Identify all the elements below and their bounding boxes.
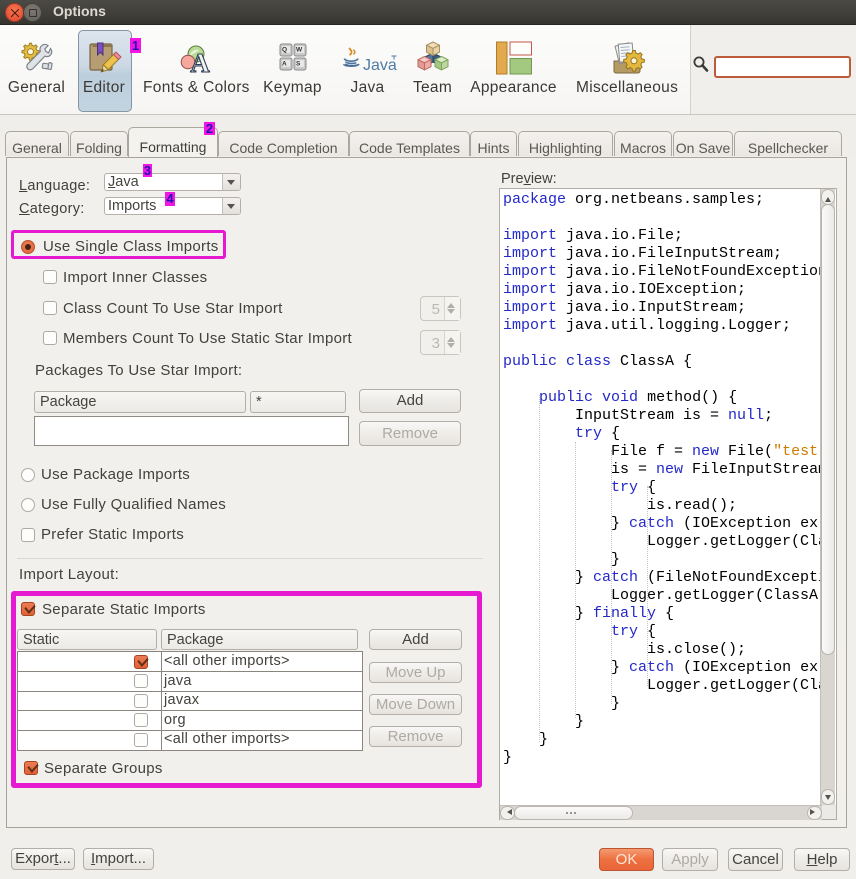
- svg-text:W: W: [296, 47, 303, 54]
- svg-text:Q: Q: [282, 47, 287, 54]
- svg-text:Java: Java: [363, 57, 397, 74]
- svg-text:A: A: [282, 61, 287, 68]
- svg-text:S: S: [296, 61, 301, 68]
- svg-text:A: A: [190, 48, 210, 75]
